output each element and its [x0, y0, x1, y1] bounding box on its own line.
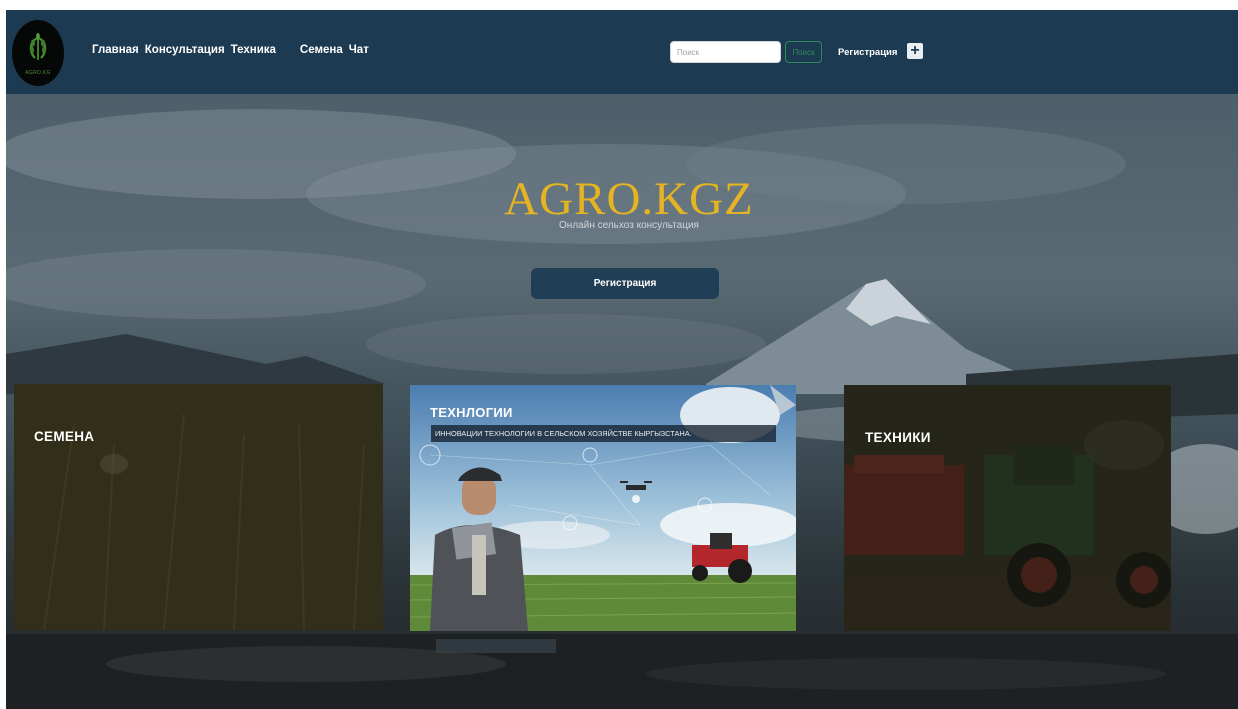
- machinery-card-title: ТЕХНИКИ: [865, 430, 931, 445]
- search-input[interactable]: [670, 41, 781, 63]
- nav-link-seeds[interactable]: Семена: [300, 44, 343, 56]
- nav-link-chat[interactable]: Чат: [349, 44, 369, 56]
- page: AGRO.KG Главная Консультация Техника Сем…: [6, 10, 1238, 709]
- technologies-card[interactable]: ТЕХНЛОГИИ ИННОВАЦИИ ТЕХНОЛОГИИ В СЕЛЬСКО…: [410, 385, 796, 631]
- brand-title: AGRO.KGZ: [504, 173, 754, 225]
- brand-subtitle: Онлайн сельхоз консультация: [559, 220, 699, 231]
- machinery-card-overlay: [844, 385, 1171, 631]
- nav-register-link[interactable]: Регистрация: [838, 47, 897, 58]
- plus-icon: +: [910, 42, 920, 59]
- nav-link-machinery[interactable]: Техника: [231, 44, 276, 56]
- wheat-laurel-icon: [29, 33, 47, 60]
- machinery-card[interactable]: ТЕХНИКИ: [844, 385, 1171, 631]
- technologies-card-caption: ИННОВАЦИИ ТЕХНОЛОГИИ В СЕЛЬСКОМ ХОЗЯЙСТВ…: [431, 425, 776, 442]
- technologies-card-title: ТЕХНЛОГИИ: [430, 405, 513, 420]
- top-navbar: AGRO.KG Главная Консультация Техника Сем…: [6, 10, 1238, 94]
- nav-link-home[interactable]: Главная: [92, 44, 139, 56]
- hero-section: AGRO.KGZ Онлайн сельхоз консультация Рег…: [6, 94, 1238, 709]
- search-button[interactable]: Поиск: [785, 41, 822, 63]
- hero-register-button[interactable]: Регистрация: [531, 268, 719, 299]
- seeds-card-overlay: [14, 384, 383, 630]
- site-logo[interactable]: AGRO.KG: [12, 20, 64, 86]
- seeds-card-title: СЕМЕНА: [34, 429, 95, 444]
- seeds-card[interactable]: СЕМЕНА: [14, 384, 383, 630]
- nav-link-consultation[interactable]: Консультация: [145, 44, 225, 56]
- add-button[interactable]: +: [907, 43, 923, 59]
- smart-farming-image: [410, 385, 796, 631]
- main-nav: Главная Консультация Техника Семена Чат: [92, 44, 369, 56]
- logo-text: AGRO.KG: [25, 70, 51, 76]
